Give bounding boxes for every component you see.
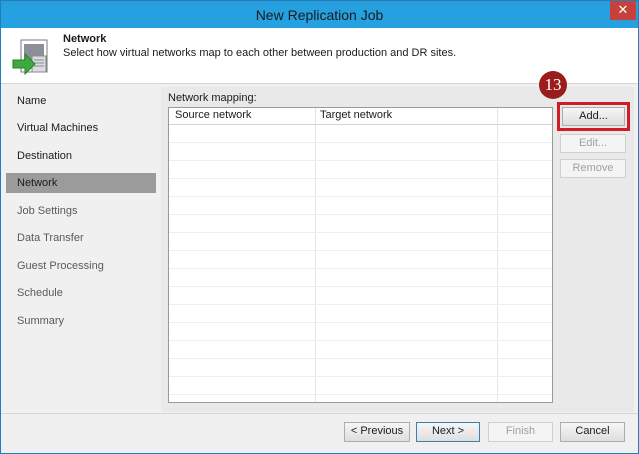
column-header-target-network[interactable]: Target network: [320, 109, 392, 121]
table-row-separator: [169, 214, 552, 215]
next-button[interactable]: Next >: [416, 422, 480, 442]
page-description: Select how virtual networks map to each …: [63, 47, 457, 59]
network-mapping-table[interactable]: Source network Target network: [168, 107, 553, 403]
previous-button[interactable]: < Previous: [344, 422, 410, 442]
page-title: Network: [63, 33, 107, 45]
sidebar-item-summary[interactable]: Summary: [6, 311, 156, 331]
sidebar-item-destination[interactable]: Destination: [6, 146, 156, 166]
sidebar-item-virtual-machines[interactable]: Virtual Machines: [6, 118, 156, 138]
title-bar-strip: [1, 1, 638, 5]
table-row-separator: [169, 322, 552, 323]
edit-button[interactable]: Edit...: [560, 134, 626, 153]
table-row-separator: [169, 232, 552, 233]
table-row-separator: [169, 286, 552, 287]
finish-button[interactable]: Finish: [488, 422, 553, 442]
sidebar-item-job-settings[interactable]: Job Settings: [6, 201, 156, 221]
table-row-separator: [169, 376, 552, 377]
sidebar-item-network[interactable]: Network: [6, 173, 156, 193]
title-bar: New Replication Job ✕: [1, 1, 638, 28]
sidebar-item-guest-processing[interactable]: Guest Processing: [6, 256, 156, 276]
table-row-separator: [169, 160, 552, 161]
close-icon: ✕: [617, 2, 629, 17]
table-row-separator: [169, 304, 552, 305]
sidebar-item-schedule[interactable]: Schedule: [6, 283, 156, 303]
add-button-highlight: [557, 102, 630, 131]
table-row-separator: [169, 358, 552, 359]
network-wizard-icon: [12, 39, 48, 76]
window-title: New Replication Job: [255, 7, 384, 23]
wizard-window: New Replication Job ✕ Network Select how…: [0, 0, 639, 454]
sidebar-item-data-transfer[interactable]: Data Transfer: [6, 228, 156, 248]
cancel-button[interactable]: Cancel: [560, 422, 625, 442]
remove-button[interactable]: Remove: [560, 159, 626, 178]
footer-divider: [1, 413, 638, 414]
sidebar-item-name[interactable]: Name: [6, 91, 156, 111]
table-row-separator: [169, 268, 552, 269]
table-row-separator: [169, 340, 552, 341]
network-mapping-label: Network mapping:: [168, 92, 257, 104]
table-row-separator: [169, 394, 552, 395]
table-header: Source network Target network: [169, 108, 552, 125]
step-number-badge: 13: [539, 71, 567, 99]
table-row-separator: [169, 142, 552, 143]
column-header-source-network[interactable]: Source network: [175, 109, 251, 121]
table-row-separator: [169, 196, 552, 197]
table-row-separator: [169, 178, 552, 179]
close-button[interactable]: ✕: [610, 1, 636, 20]
table-row-separator: [169, 250, 552, 251]
